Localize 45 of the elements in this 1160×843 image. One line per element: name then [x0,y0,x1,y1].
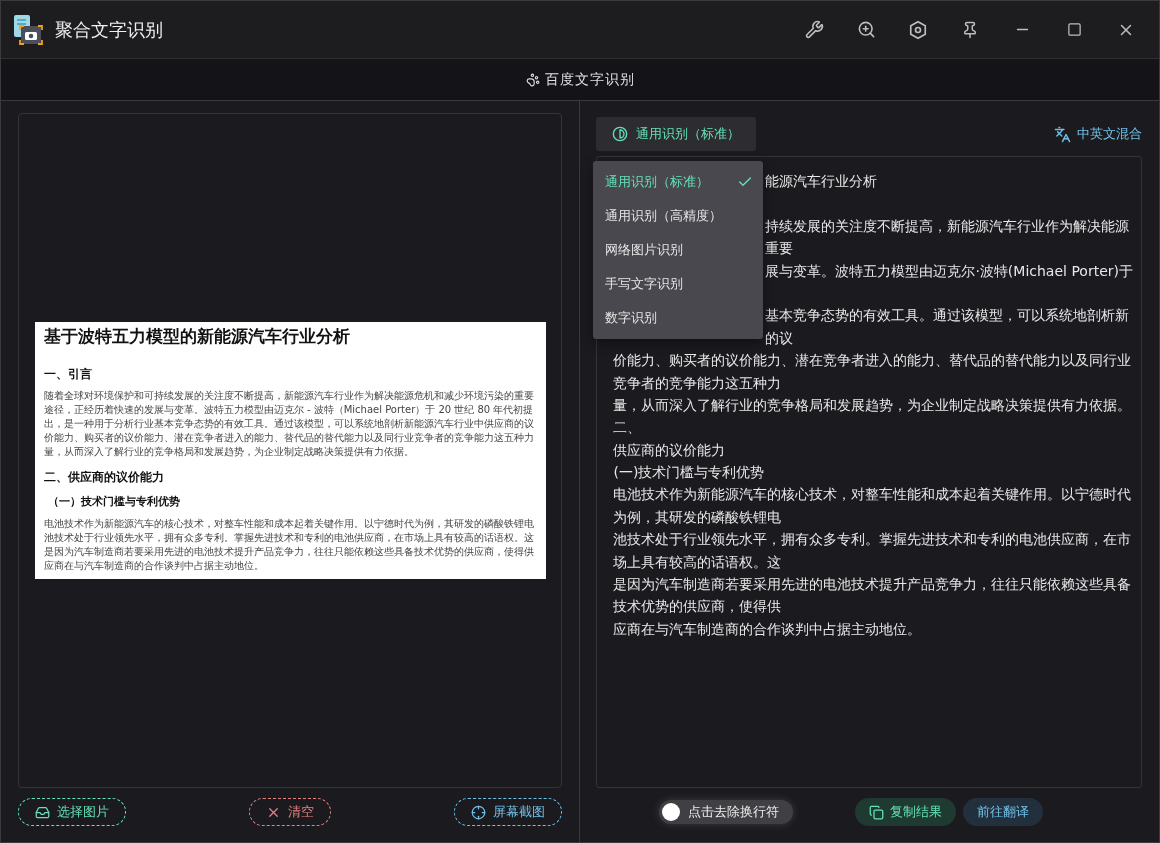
language-button[interactable]: 中英文混合 [1054,125,1142,143]
result-line: 技术优势的供应商，使得供 [613,597,783,617]
result-line: 二、 [613,418,643,438]
result-line: 电池技术作为新能源汽车的核心技术，对整车性能和成本起着关键作用。以宁德时代 [613,485,1133,505]
result-line: 是因为汽车制造商若要采用先进的电池技术提升产品竞争力，往往只能依赖这些具备 [613,575,1133,595]
result-line: 持续发展的关注度不断提高，新能源汽车行业作为解决能源 [765,216,1131,236]
mode-menu-item[interactable]: 通用识别（标准） [593,165,764,199]
document-title: 基于波特五力模型的新能源汽车行业分析 [43,326,351,348]
result-line: 重要 [765,239,795,259]
window-title: 聚合文字识别 [55,17,164,42]
mode-dropdown[interactable]: 通用识别（标准） [596,117,757,151]
copy-icon [869,804,885,820]
result-line: 为例，其研发的磷酸铁锂电 [613,507,783,527]
app-logo-icon [13,13,45,46]
result-line: 能源汽车行业分析 [765,172,879,191]
line-break-toggle[interactable]: 点击去除换行符 [659,800,794,824]
mode-menu-item[interactable]: 通用识别（高精度） [593,199,764,233]
half-circle-icon [612,126,629,142]
result-line: 基本竞争态势的有效工具。通过该模型，可以系统地剖析新 [765,306,1131,326]
document-subheading: （一）技术门槛与专利优势 [47,494,181,509]
result-line: 场上具有较高的话语权。这 [613,552,783,572]
mode-menu-item[interactable]: 手写文字识别 [593,267,764,301]
result-line: 的议 [765,328,795,348]
crosshair-icon [471,804,487,820]
result-line: 应商在与汽车制造商的合作谈判中占据主动地位。 [613,619,923,639]
result-line: 量，从而深入了解行业的竞争格局和发展趋势，为企业制定战略决策提供有力依据。 [613,395,1133,415]
result-line: 竞争者的竞争能力这五种力 [613,373,783,393]
paw-icon [525,72,540,87]
subheader-title: 百度文字识别 [544,70,635,89]
result-line: 价能力、购买者的议价能力、潜在竞争者进入的能力、替代品的替代能力以及同行业 [613,351,1133,371]
document-paragraph: 随着全球对环境保护和可持续发展的关注度不断提高，新能源汽车行业作为解决能源危机和减少环境污染的重要途径，正经历着快速的发展与变革。波特五力模型由迈克尔 - 波特（Michael Porter）于 20 世纪 80 年代初提出，是一种用于分析行业基本竞争态势的有效工具。通过该模型，可以系统地剖析新能源汽车行业中供应商的议价能力、购买者的议价能力、潜在竞争者进入的能力、替代品的替代能力以及同行业竞争者的竞争能力这五种力量，从而深入了解行业的竞争格局和发展趋势，为企业制定战略决策提供有力依据。 [43,389,535,459]
translate-button[interactable]: 前往翻译 [963,798,1044,826]
copy-button[interactable]: 复制结果 [855,798,957,826]
document-heading: 二、供应商的议价能力 [43,469,165,486]
mode-menu-item[interactable]: 数字识别 [593,301,764,335]
result-text-area[interactable] [596,156,1142,788]
translate-icon [1054,125,1071,143]
result-line: 展与变革。波特五力模型由迈克尔·波特(Michael Porter)于 [765,261,1133,281]
document-paragraph: 电池技术作为新能源汽车的核心技术，对整车性能和成本起着关键作用。以宁德时代为例，其研发的磷酸铁锂电池技术处于行业领先水平，拥有众多专利。掌握先进技术和专利的电池供应商，在市场上具有较高的话语权。这是因为汽车制造商若要采用先进的电池技术提升产品竞争力，往往只能依赖这些具备技术优势的供应商，使得供应商在与汽车制造商的合作谈判中占据主动地位。 [43,517,535,573]
result-line: 池技术处于行业领先水平，拥有众多专利。掌握先进技术和专利的电池供应商，在市 [613,530,1133,550]
result-line: 供应商的议价能力 [613,440,727,460]
mode-menu-item[interactable]: 网络图片识别 [593,233,764,267]
result-line: (一)技术门槛与专利优势 [613,463,766,483]
document-heading: 一、引言 [43,366,93,383]
tray-icon [35,804,50,820]
